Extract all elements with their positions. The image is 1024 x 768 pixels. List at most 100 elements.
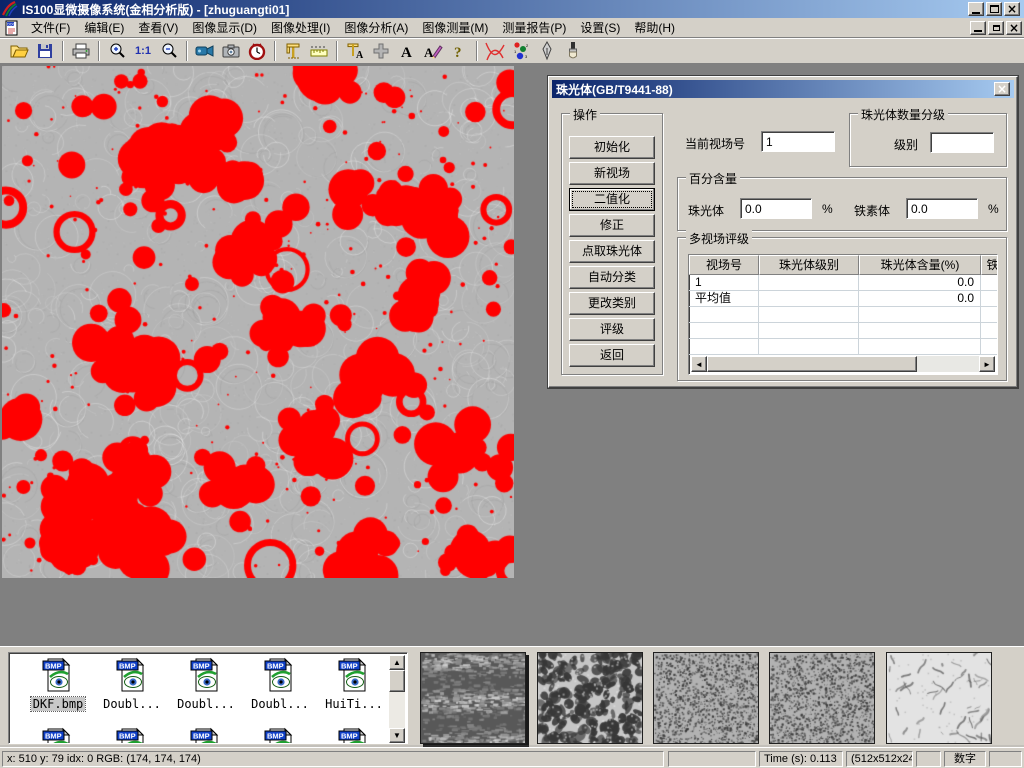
pick-pearlite-button[interactable]: 点取珠光体 bbox=[569, 240, 655, 263]
letter-a-pencil-icon: A bbox=[423, 42, 443, 60]
cell-level bbox=[759, 291, 859, 307]
file-item[interactable]: BMPHuiTi... bbox=[317, 657, 389, 711]
window-maximize-button[interactable] bbox=[986, 2, 1002, 16]
window-minimize-button[interactable] bbox=[968, 2, 984, 16]
micrograph-thumbnail-2[interactable] bbox=[537, 652, 643, 744]
file-item[interactable]: BMPDoubl... bbox=[243, 657, 317, 711]
one-to-one-icon: 1:1 bbox=[135, 45, 151, 57]
bmp-file-icon: BMP bbox=[189, 657, 223, 693]
window-close-button[interactable]: × bbox=[1004, 2, 1020, 16]
init-button[interactable]: 初始化 bbox=[569, 136, 655, 159]
change-class-button[interactable]: 更改类别 bbox=[569, 292, 655, 315]
table-row[interactable] bbox=[689, 307, 997, 323]
file-item[interactable]: BMPDoubl... bbox=[95, 657, 169, 711]
correct-button[interactable]: 修正 bbox=[569, 214, 655, 237]
menu-help[interactable]: 帮助(H) bbox=[627, 17, 682, 38]
col-pearlite-content: 珠光体含量(%) bbox=[859, 255, 981, 275]
video-capture-button[interactable] bbox=[192, 39, 218, 63]
menu-image-process[interactable]: 图像处理(I) bbox=[264, 17, 337, 38]
file-item[interactable]: BMP bbox=[95, 727, 169, 743]
dialog-title-bar[interactable]: 珠光体(GB/T9441-88) × bbox=[552, 80, 1014, 98]
cross-grid-icon bbox=[372, 42, 390, 60]
micrograph-thumbnail-1[interactable] bbox=[420, 652, 526, 744]
calibration-curve-button[interactable] bbox=[482, 39, 508, 63]
actual-size-button[interactable]: 1:1 bbox=[130, 39, 156, 63]
file-item[interactable]: BMP bbox=[169, 727, 243, 743]
micrograph-thumbnail-5[interactable] bbox=[886, 652, 992, 744]
status-pixel-info: x: 510 y: 79 idx: 0 RGB: (174, 174, 174) bbox=[2, 751, 664, 767]
zoom-in-button[interactable] bbox=[104, 39, 130, 63]
svg-text:BMP: BMP bbox=[193, 732, 210, 741]
child-minimize-button[interactable] bbox=[970, 21, 986, 35]
file-item[interactable]: BMPDKF.bmp bbox=[21, 657, 95, 711]
menu-view[interactable]: 查看(V) bbox=[131, 17, 185, 38]
menu-image-analysis[interactable]: 图像分析(A) bbox=[337, 17, 415, 38]
ferrite-percent-input[interactable] bbox=[906, 198, 978, 219]
menu-bar: DOC 文件(F) 编辑(E) 查看(V) 图像显示(D) 图像处理(I) 图像… bbox=[0, 18, 1024, 38]
caliper-measure-button[interactable] bbox=[280, 39, 306, 63]
menu-edit[interactable]: 编辑(E) bbox=[77, 17, 131, 38]
pen-tool-button[interactable] bbox=[534, 39, 560, 63]
menu-file[interactable]: 文件(F) bbox=[24, 17, 77, 38]
level-input[interactable] bbox=[930, 132, 994, 153]
window-title: IS100显微摄像系统(金相分析版) - [zhuguangti01] bbox=[22, 1, 968, 18]
app-logo-icon bbox=[2, 1, 18, 17]
text-tool-button[interactable]: A bbox=[394, 39, 420, 63]
current-field-input[interactable] bbox=[761, 131, 835, 152]
file-item[interactable]: BMP bbox=[21, 727, 95, 743]
file-item[interactable]: BMP bbox=[243, 727, 317, 743]
cell-field: 平均值 bbox=[689, 291, 759, 307]
return-button[interactable]: 返回 bbox=[569, 344, 655, 367]
grade-button[interactable]: 评级 bbox=[569, 318, 655, 341]
binarize-button[interactable]: 二值化 bbox=[569, 188, 655, 211]
table-horizontal-scrollbar[interactable]: ◄ ► bbox=[691, 356, 995, 372]
timer-button[interactable] bbox=[244, 39, 270, 63]
micrograph-thumbnail-3[interactable] bbox=[653, 652, 759, 744]
micrograph-thumbnail-4[interactable] bbox=[769, 652, 875, 744]
menu-image-display[interactable]: 图像显示(D) bbox=[185, 17, 264, 38]
pearlite-label: 珠光体 bbox=[688, 202, 724, 219]
toolbar-separator bbox=[336, 41, 338, 61]
file-list-scrollbar[interactable]: ▲ ▼ bbox=[389, 655, 405, 743]
save-button[interactable] bbox=[32, 39, 58, 63]
print-button[interactable] bbox=[68, 39, 94, 63]
child-close-button[interactable]: × bbox=[1006, 21, 1022, 35]
ruler-measure-button[interactable] bbox=[306, 39, 332, 63]
file-item[interactable]: BMPDoubl... bbox=[169, 657, 243, 711]
new-field-button[interactable]: 新视场 bbox=[569, 162, 655, 185]
auto-classify-button[interactable]: 自动分类 bbox=[569, 266, 655, 289]
scroll-down-arrow[interactable]: ▼ bbox=[389, 728, 405, 743]
menu-measure-report[interactable]: 测量报告(P) bbox=[495, 17, 573, 38]
micrograph-image-binarized[interactable] bbox=[2, 66, 514, 578]
bmp-file-icon: BMP bbox=[189, 727, 223, 743]
caliper-text-icon: A bbox=[345, 42, 365, 60]
bmp-file-icon: BMP bbox=[337, 657, 371, 693]
table-row[interactable] bbox=[689, 339, 997, 355]
edit-text-button[interactable]: A bbox=[420, 39, 446, 63]
measure-annotate-button[interactable]: A bbox=[342, 39, 368, 63]
scroll-right-arrow[interactable]: ► bbox=[979, 356, 995, 372]
zoom-out-button[interactable] bbox=[156, 39, 182, 63]
table-row[interactable]: 平均值 0.0 bbox=[689, 291, 997, 307]
dialog-close-button[interactable]: × bbox=[994, 82, 1010, 96]
help-button[interactable]: ? bbox=[446, 39, 472, 63]
pearlite-percent-input[interactable] bbox=[740, 198, 812, 219]
bmp-file-icon: BMP bbox=[337, 727, 371, 743]
particle-classify-button[interactable]: 123 bbox=[508, 39, 534, 63]
camera-capture-button[interactable] bbox=[218, 39, 244, 63]
menu-image-measure[interactable]: 图像测量(M) bbox=[415, 17, 495, 38]
grid-tool-button[interactable] bbox=[368, 39, 394, 63]
table-row[interactable]: 1 0.0 bbox=[689, 275, 997, 291]
scroll-left-arrow[interactable]: ◄ bbox=[691, 356, 707, 372]
file-item[interactable]: BMP bbox=[317, 727, 389, 743]
scrollbar-thumb[interactable] bbox=[389, 670, 405, 692]
table-row[interactable] bbox=[689, 323, 997, 339]
col-field-number: 视场号 bbox=[689, 255, 759, 275]
menu-settings[interactable]: 设置(S) bbox=[573, 17, 627, 38]
open-button[interactable] bbox=[6, 39, 32, 63]
child-restore-button[interactable] bbox=[988, 21, 1004, 35]
scroll-up-arrow[interactable]: ▲ bbox=[389, 655, 405, 670]
zoom-out-icon bbox=[160, 42, 178, 60]
scrollbar-thumb[interactable] bbox=[707, 356, 917, 372]
brush-tool-button[interactable] bbox=[560, 39, 586, 63]
